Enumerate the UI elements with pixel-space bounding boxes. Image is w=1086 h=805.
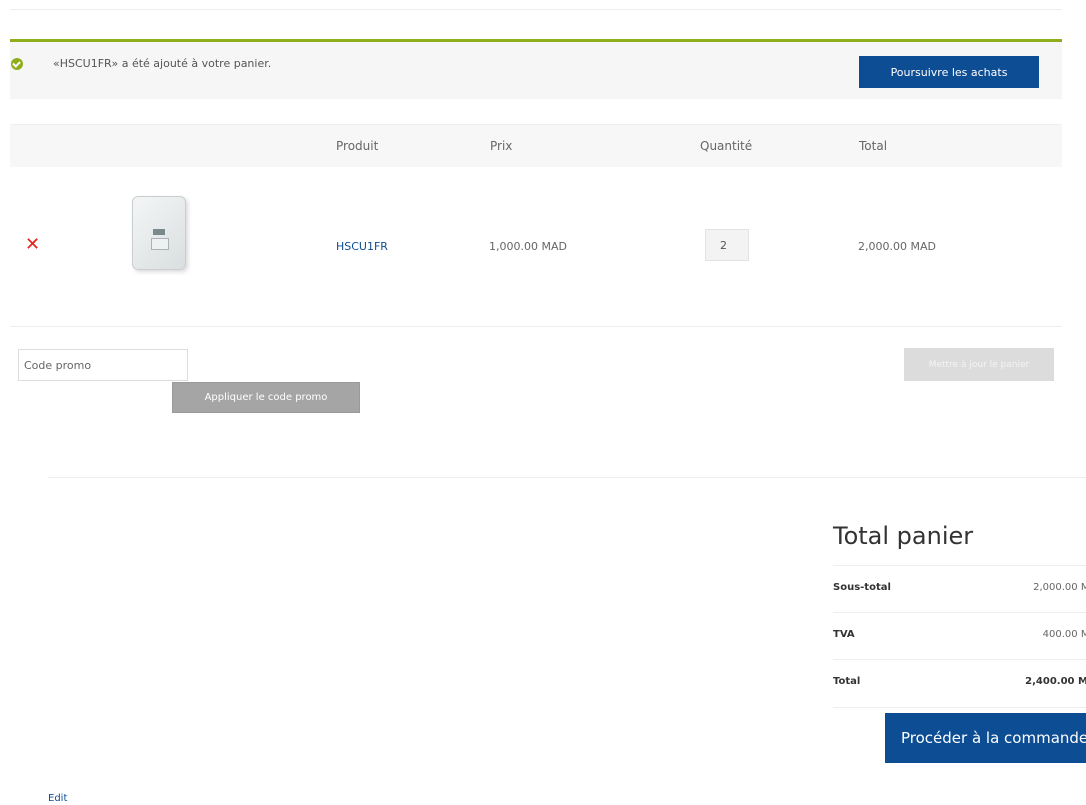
update-cart-button[interactable]: Mettre à jour le panier: [904, 348, 1054, 381]
item-price: 1,000.00 MAD: [489, 240, 567, 253]
totals-bottom-divider: [833, 707, 1086, 708]
cart-totals-title: Total panier: [833, 522, 974, 550]
top-divider: [10, 9, 1062, 10]
thermostat-keys: [151, 238, 169, 250]
edit-link[interactable]: Edit: [48, 793, 67, 804]
section-divider: [48, 477, 1086, 478]
remove-item-close-icon[interactable]: ✕: [25, 236, 40, 254]
coupon-code-input[interactable]: [18, 349, 188, 381]
subtotal-value: 2,000.00 MAD: [1033, 582, 1086, 593]
cart-table-header: Produit Prix Quantité Total: [10, 124, 1062, 167]
proceed-to-checkout-button[interactable]: Procéder à la commande: [885, 713, 1086, 763]
subtotal-row: Sous-total 2,000.00 MAD: [833, 565, 1086, 613]
cart-page: «HSCU1FR» a été ajouté à votre panier. P…: [0, 0, 1086, 805]
quantity-input[interactable]: [705, 229, 749, 261]
header-product: Produit: [336, 139, 379, 153]
added-to-cart-notice: «HSCU1FR» a été ajouté à votre panier. P…: [10, 39, 1062, 99]
tax-row: TVA 400.00 MAD: [833, 612, 1086, 660]
thermostat-screen: [153, 229, 165, 235]
product-thumbnail[interactable]: [132, 196, 186, 270]
tax-value: 400.00 MAD: [1042, 629, 1086, 640]
subtotal-label: Sous-total: [833, 582, 891, 593]
header-total: Total: [859, 139, 888, 153]
notice-message: «HSCU1FR» a été ajouté à votre panier.: [53, 57, 272, 70]
grand-total-value: 2,400.00 MAD: [1025, 676, 1086, 687]
grand-total-row: Total 2,400.00 MAD: [833, 659, 1086, 707]
product-link[interactable]: HSCU1FR: [336, 240, 388, 253]
grand-total-label: Total: [833, 676, 861, 687]
continue-shopping-button[interactable]: Poursuivre les achats: [859, 56, 1039, 88]
tax-label: TVA: [833, 629, 855, 640]
check-circle-icon: [11, 58, 23, 70]
apply-coupon-button[interactable]: Appliquer le code promo: [172, 382, 360, 413]
item-line-total: 2,000.00 MAD: [858, 240, 936, 253]
header-quantity: Quantité: [700, 139, 753, 153]
header-price: Prix: [490, 139, 513, 153]
cart-item-row: ✕ HSCU1FR 1,000.00 MAD 2,000.00 MAD: [10, 166, 1062, 327]
